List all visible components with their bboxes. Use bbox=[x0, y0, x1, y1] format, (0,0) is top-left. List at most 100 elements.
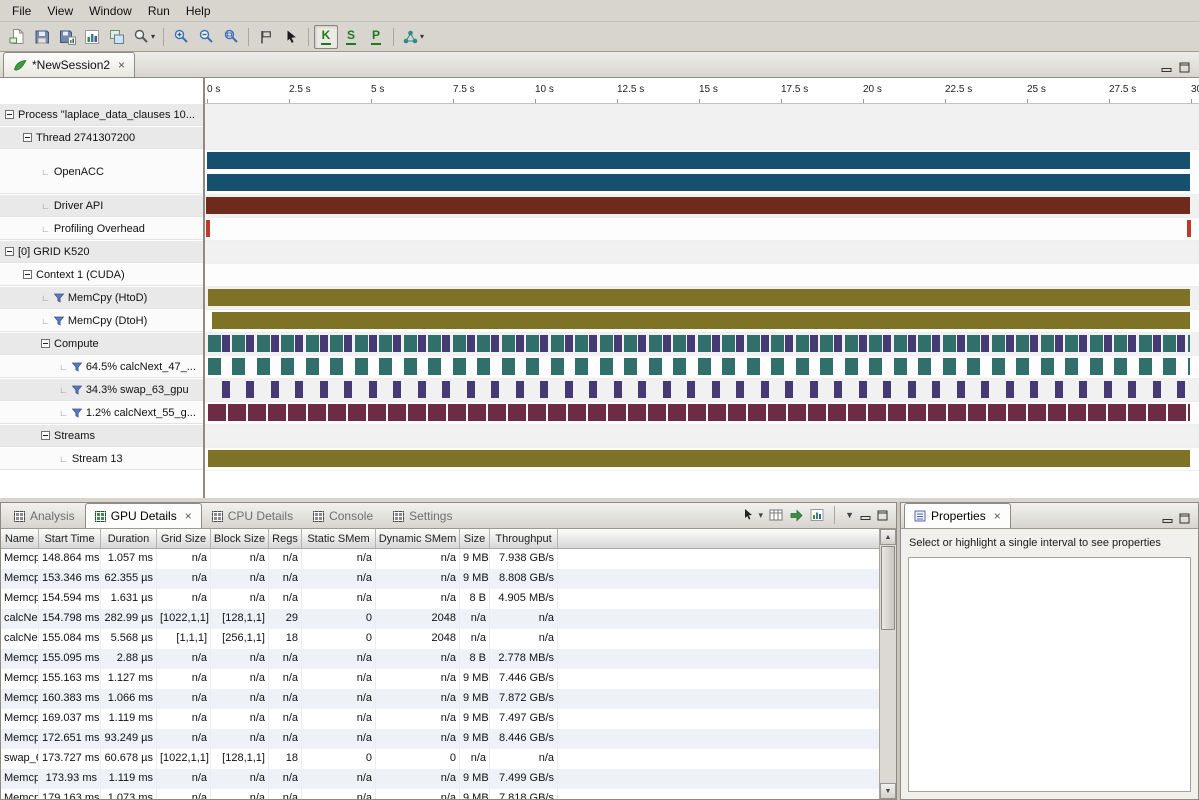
interval-bar[interactable] bbox=[992, 335, 1005, 352]
column-header[interactable]: Name bbox=[1, 529, 39, 548]
interval-bar[interactable] bbox=[1139, 358, 1152, 375]
interval-bar[interactable] bbox=[491, 335, 499, 352]
interval-bar[interactable] bbox=[468, 404, 486, 421]
interval-bar[interactable] bbox=[1104, 335, 1112, 352]
interval-bar[interactable] bbox=[355, 358, 368, 375]
interval-bar[interactable] bbox=[1016, 358, 1029, 375]
interval-bar[interactable] bbox=[868, 404, 886, 421]
interval-bar[interactable] bbox=[526, 358, 539, 375]
interval-bar[interactable] bbox=[943, 335, 956, 352]
interval-bar[interactable] bbox=[648, 404, 666, 421]
interval-bar[interactable] bbox=[502, 335, 515, 352]
interval-bar[interactable] bbox=[1188, 335, 1190, 352]
interval-bar[interactable] bbox=[369, 335, 377, 352]
interval-bar[interactable] bbox=[1139, 335, 1152, 352]
interval-bar[interactable] bbox=[516, 335, 524, 352]
timeline-row-label[interactable]: ∟Profiling Overhead bbox=[0, 218, 205, 240]
interval-bar[interactable] bbox=[288, 404, 306, 421]
interval-bar[interactable] bbox=[257, 335, 270, 352]
interval-bar[interactable] bbox=[992, 358, 1005, 375]
interval-bar[interactable] bbox=[488, 404, 506, 421]
interval-bar[interactable] bbox=[1114, 335, 1127, 352]
interval-bar[interactable] bbox=[788, 404, 806, 421]
interval-bar[interactable] bbox=[600, 358, 613, 375]
timeline-track[interactable] bbox=[205, 287, 1199, 310]
interval-bar[interactable] bbox=[796, 335, 809, 352]
marker-pointer-button[interactable] bbox=[279, 25, 303, 49]
properties-minimize-icon[interactable] bbox=[1162, 513, 1173, 524]
interval-bar[interactable] bbox=[1188, 404, 1190, 421]
interval-bar[interactable] bbox=[600, 335, 613, 352]
undock-view-button[interactable] bbox=[105, 25, 129, 49]
interval-bar[interactable] bbox=[418, 335, 426, 352]
interval-bar[interactable] bbox=[246, 381, 254, 398]
interval-bar[interactable] bbox=[1068, 404, 1086, 421]
tab-close-icon[interactable]: × bbox=[185, 509, 192, 523]
interval-bar[interactable] bbox=[208, 404, 226, 421]
interval-bar[interactable] bbox=[712, 381, 720, 398]
interval-bar[interactable] bbox=[771, 335, 784, 352]
column-header[interactable]: Grid Size bbox=[157, 529, 211, 548]
menu-run[interactable]: Run bbox=[140, 2, 178, 20]
interval-bar[interactable] bbox=[208, 335, 221, 352]
interval-bar[interactable] bbox=[614, 381, 622, 398]
interval-bar[interactable] bbox=[728, 404, 746, 421]
scroll-up-icon[interactable]: ▲ bbox=[880, 529, 896, 545]
minimize-icon[interactable] bbox=[1161, 62, 1172, 73]
interval-bar[interactable] bbox=[1177, 381, 1185, 398]
interval-bar[interactable] bbox=[967, 358, 980, 375]
timeline-track[interactable] bbox=[205, 104, 1199, 127]
table-row[interactable]: swap_6173.727 ms60.678 µs[1022,1,1][128,… bbox=[1, 749, 879, 769]
show-in-timeline-icon[interactable] bbox=[789, 508, 804, 522]
timeline-track[interactable] bbox=[205, 402, 1199, 425]
interval-bar[interactable] bbox=[308, 404, 326, 421]
interval-bar[interactable] bbox=[1168, 404, 1186, 421]
interval-bar[interactable] bbox=[894, 335, 907, 352]
interval-bar[interactable] bbox=[1090, 335, 1103, 352]
column-header[interactable]: Regs bbox=[269, 529, 302, 548]
interval-bar[interactable] bbox=[1041, 335, 1054, 352]
interval-bar[interactable] bbox=[1148, 404, 1166, 421]
interval-bar[interactable] bbox=[268, 404, 286, 421]
timeline-row-label[interactable]: Process "laplace_data_clauses 10... bbox=[0, 104, 205, 126]
properties-tab-close-icon[interactable]: × bbox=[994, 509, 1001, 523]
interval-bar[interactable] bbox=[628, 404, 646, 421]
interval-bar[interactable] bbox=[1128, 404, 1146, 421]
table-row[interactable]: Memcp153.346 ms62.355 µsn/an/an/an/an/a9… bbox=[1, 569, 879, 589]
interval-bar[interactable] bbox=[771, 358, 784, 375]
interval-bar[interactable] bbox=[589, 381, 597, 398]
table-scrollbar[interactable]: ▲ ▼ bbox=[879, 529, 896, 799]
interval-bar[interactable] bbox=[1177, 335, 1185, 352]
interval-bar[interactable] bbox=[281, 335, 294, 352]
interval-bar[interactable] bbox=[575, 335, 588, 352]
interval-bar[interactable] bbox=[1079, 335, 1087, 352]
session-tab-close-icon[interactable]: × bbox=[118, 58, 125, 72]
interval-bar[interactable] bbox=[1128, 381, 1136, 398]
interval-bar[interactable] bbox=[369, 381, 377, 398]
interval-bar[interactable] bbox=[722, 358, 735, 375]
table-row[interactable]: Memcp172.651 ms93.249 µsn/an/an/an/an/a9… bbox=[1, 729, 879, 749]
zoom-fit-button[interactable] bbox=[219, 25, 243, 49]
process-toggle-button[interactable]: P bbox=[364, 25, 388, 49]
interval-bar[interactable] bbox=[948, 404, 966, 421]
interval-bar[interactable] bbox=[736, 335, 744, 352]
interval-bar[interactable] bbox=[206, 197, 1190, 214]
interval-bar[interactable] bbox=[649, 335, 662, 352]
interval-bar[interactable] bbox=[1128, 335, 1136, 352]
interval-bar[interactable] bbox=[1114, 358, 1127, 375]
interval-bar[interactable] bbox=[638, 381, 646, 398]
interval-bar[interactable] bbox=[246, 335, 254, 352]
interval-bar[interactable] bbox=[344, 381, 352, 398]
interval-bar[interactable] bbox=[834, 381, 842, 398]
interval-bar[interactable] bbox=[981, 335, 989, 352]
interval-bar[interactable] bbox=[540, 335, 548, 352]
scroll-down-icon[interactable]: ▼ bbox=[880, 783, 896, 799]
interval-bar[interactable] bbox=[208, 358, 221, 375]
collapse-icon[interactable] bbox=[41, 339, 50, 348]
interval-bar[interactable] bbox=[663, 381, 671, 398]
kernel-toggle-button[interactable]: K bbox=[314, 25, 338, 49]
interval-bar[interactable] bbox=[649, 358, 662, 375]
timeline-row-label[interactable]: ∟MemCpy (HtoD) bbox=[0, 287, 205, 309]
interval-bar[interactable] bbox=[328, 404, 346, 421]
interval-bar[interactable] bbox=[330, 335, 343, 352]
